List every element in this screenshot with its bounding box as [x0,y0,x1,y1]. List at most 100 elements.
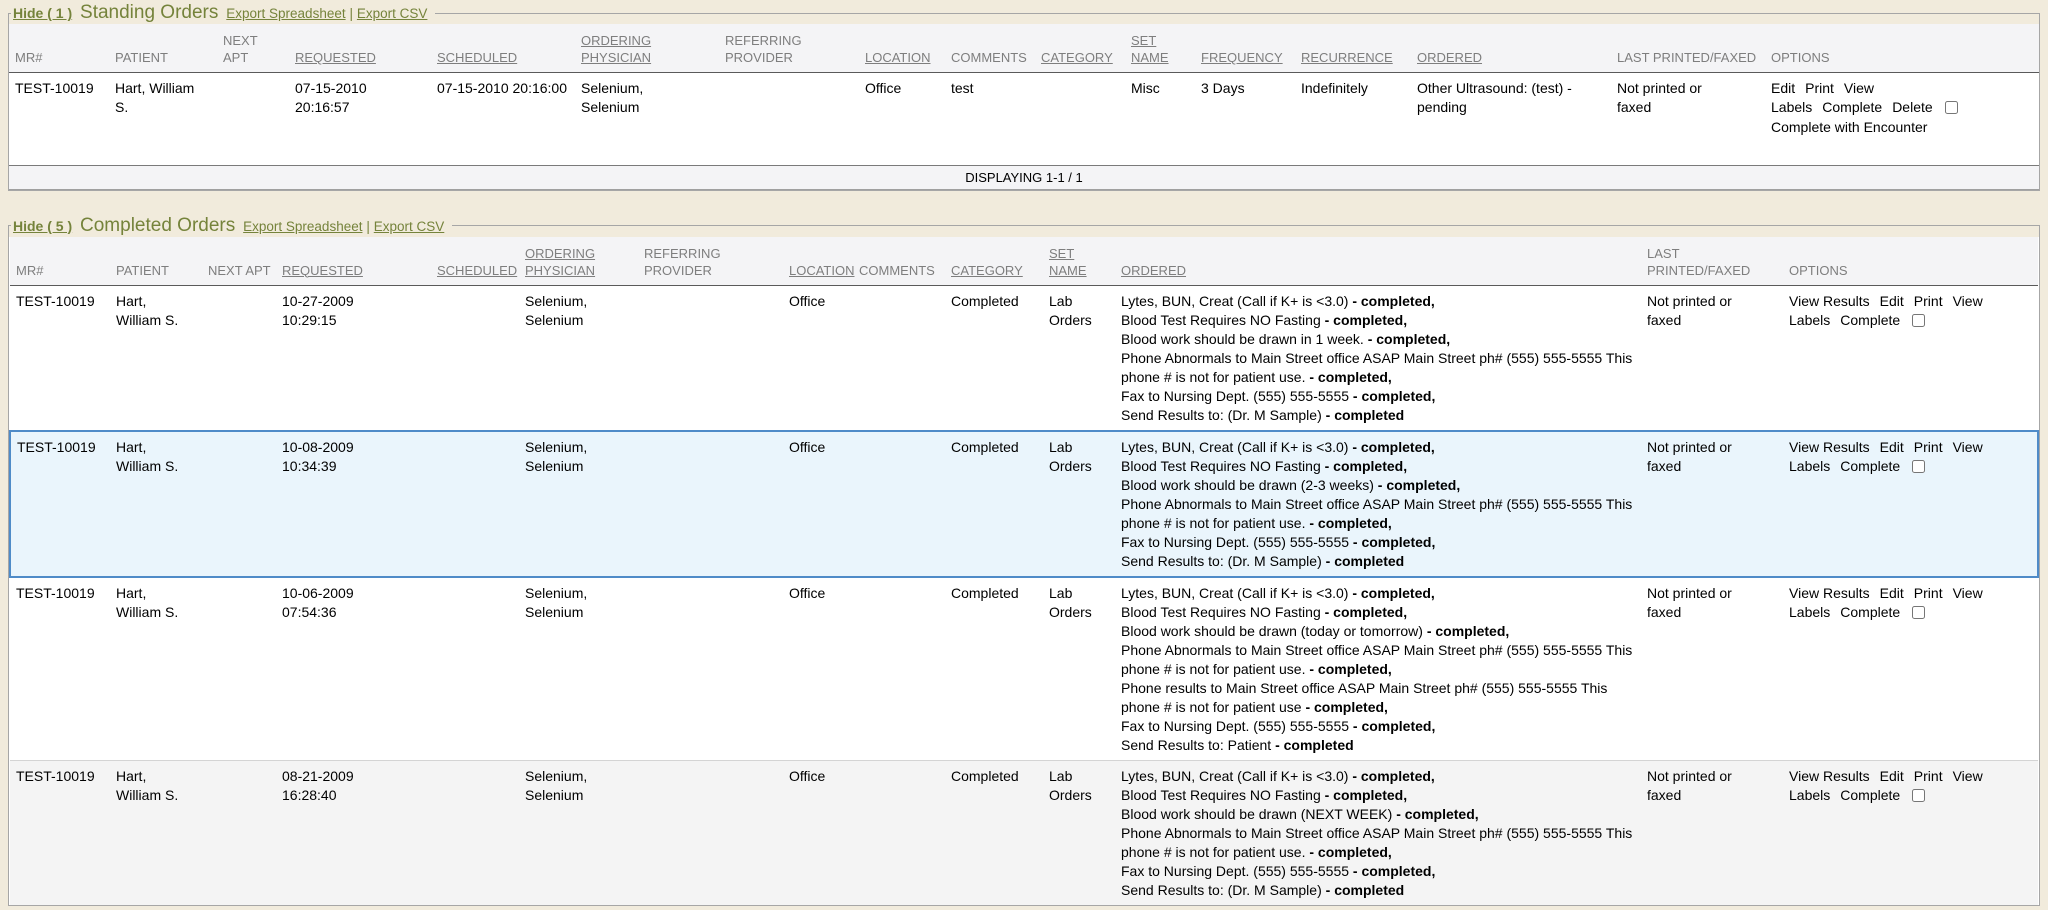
column-header-next-apt: NEXT APT [217,24,289,73]
sort-category-link[interactable]: CATEGORY [1041,50,1113,65]
cell-mr: TEST-10019 [10,760,110,905]
hide-standing-orders-link[interactable]: Hide ( 1 ) [13,5,72,21]
export-spreadsheet-link[interactable]: Export Spreadsheet [226,6,345,21]
export-csv-link[interactable]: Export CSV [374,219,445,234]
export-spreadsheet-link[interactable]: Export Spreadsheet [243,219,362,234]
complete-link[interactable]: Complete [1840,787,1900,803]
delete-link[interactable]: Delete [1892,99,1932,115]
edit-link[interactable]: Edit [1880,439,1904,455]
column-header-mr: MR# [10,237,110,286]
export-csv-link[interactable]: Export CSV [357,6,428,21]
row-checkbox[interactable] [1912,460,1925,473]
pagination-status: DISPLAYING 1-1 / 1 [9,165,2039,190]
cell-ordering-physician: Selenium, Selenium [519,760,638,905]
cell-comments [853,577,945,761]
column-header-patient: PATIENT [109,24,217,73]
cell-referring-provider [638,285,783,431]
order-status: - completed, [1309,844,1391,860]
row-checkbox[interactable] [1945,101,1958,114]
ordered-item-text: Blood work should be drawn in 1 week. [1121,331,1364,347]
cell-next-apt [202,431,276,577]
ordered-item-text: Blood Test Requires NO Fasting [1121,458,1321,474]
cell-category: Completed [945,285,1043,431]
cell-scheduled [431,285,519,431]
ordered-item: Phone Abnormals to Main Street office AS… [1121,495,1633,533]
column-header-comments: COMMENTS [853,237,945,286]
cell-requested: 10-27-2009 10:29:15 [276,285,431,431]
sort-set-name-link[interactable]: SET NAME [1131,33,1169,65]
cell-location: Office [783,285,853,431]
sort-requested-link[interactable]: REQUESTED [295,50,376,65]
standing-orders-header-row: MR#PATIENTNEXT APT REQUESTED SCHEDULED ORDE… [9,24,2039,73]
ordered-item: Blood work should be drawn (NEXT WEEK) -… [1121,805,1633,824]
column-header-mr: MR# [9,24,109,73]
sort-frequency-link[interactable]: FREQUENCY [1201,50,1283,65]
column-header-patient: PATIENT [110,237,202,286]
ordered-item: Fax to Nursing Dept. (555) 555-5555 - co… [1121,862,1633,881]
sort-scheduled-link[interactable]: SCHEDULED [437,263,517,278]
complete-link[interactable]: Complete [1840,604,1900,620]
cell-last-printed: Not printed or faxed [1641,760,1783,905]
cell-options: EditPrintView LabelsCompleteDeleteComple… [1765,73,2039,165]
sort-category-link[interactable]: CATEGORY [951,263,1023,278]
ordered-item: Blood work should be drawn (2-3 weeks) -… [1121,476,1633,495]
row-checkbox[interactable] [1912,606,1925,619]
ordered-item: Phone results to Main Street office ASAP… [1121,679,1633,717]
cell-options: View ResultsEditPrintView LabelsComplete [1783,431,2038,577]
ordered-item-text: Other Ultrasound: (test) [1417,80,1563,96]
view-results-link[interactable]: View Results [1789,293,1870,309]
cell-next-apt [202,285,276,431]
row-checkbox[interactable] [1912,789,1925,802]
ordered-item-text: Lytes, BUN, Creat (Call if K+ is <3.0) [1121,585,1348,601]
cell-comments [853,760,945,905]
complete-link[interactable]: Complete [1822,99,1882,115]
standing-orders-section: Hide ( 1 ) Standing Orders Export Spread… [8,2,2040,191]
view-results-link[interactable]: View Results [1789,768,1870,784]
order-status: - completed, [1378,477,1460,493]
column-header-options: OPTIONS [1765,24,2039,73]
sort-recurrence-link[interactable]: RECURRENCE [1301,50,1393,65]
sort-set-name-link[interactable]: SET NAME [1049,246,1087,278]
completed-orders-section: Hide ( 5 ) Completed Orders Export Sprea… [8,215,2040,906]
print-link[interactable]: Print [1914,585,1943,601]
row-checkbox[interactable] [1912,314,1925,327]
edit-link[interactable]: Edit [1880,768,1904,784]
sort-requested-link[interactable]: REQUESTED [282,263,363,278]
order-row: TEST-10019Hart, William S.08-21-2009 16:… [10,760,2038,905]
standing-orders-table: MR#PATIENTNEXT APT REQUESTED SCHEDULED ORDE… [9,24,2039,165]
complete-link[interactable]: Complete [1840,458,1900,474]
view-results-link[interactable]: View Results [1789,585,1870,601]
ordered-item: Lytes, BUN, Creat (Call if K+ is <3.0) -… [1121,438,1633,457]
ordered-item-text: Fax to Nursing Dept. (555) 555-5555 [1121,534,1349,550]
view-results-link[interactable]: View Results [1789,439,1870,455]
order-status: - completed, [1353,388,1435,404]
export-separator: | [349,6,353,21]
complete-link[interactable]: Complete [1840,312,1900,328]
cell-ordered: Other Ultrasound: (test) - pending [1411,73,1611,165]
sort-location-link[interactable]: LOCATION [865,50,931,65]
column-header-last-printed: LAST PRINTED/FAXED [1641,237,1783,286]
order-status: - completed [1326,553,1405,569]
ordered-item: Other Ultrasound: (test) - pending [1417,79,1603,117]
print-link[interactable]: Print [1805,80,1834,96]
print-link[interactable]: Print [1914,768,1943,784]
cell-ordering-physician: Selenium, Selenium [519,577,638,761]
order-status: - completed [1275,737,1354,753]
sort-ordered-link[interactable]: ORDERED [1121,263,1186,278]
hide-completed-orders-link[interactable]: Hide ( 5 ) [13,218,72,234]
complete-with-encounter-link[interactable]: Complete with Encounter [1771,118,1993,137]
order-status: - completed, [1368,331,1450,347]
column-header-requested: REQUESTED [276,237,431,286]
sort-ordering-physician-link[interactable]: ORDERING PHYSICIAN [525,246,595,278]
cell-scheduled [431,431,519,577]
edit-link[interactable]: Edit [1771,80,1795,96]
cell-category: Completed [945,577,1043,761]
print-link[interactable]: Print [1914,439,1943,455]
sort-ordered-link[interactable]: ORDERED [1417,50,1482,65]
edit-link[interactable]: Edit [1880,293,1904,309]
sort-location-link[interactable]: LOCATION [789,263,855,278]
sort-ordering-physician-link[interactable]: ORDERING PHYSICIAN [581,33,651,65]
edit-link[interactable]: Edit [1880,585,1904,601]
sort-scheduled-link[interactable]: SCHEDULED [437,50,517,65]
print-link[interactable]: Print [1914,293,1943,309]
